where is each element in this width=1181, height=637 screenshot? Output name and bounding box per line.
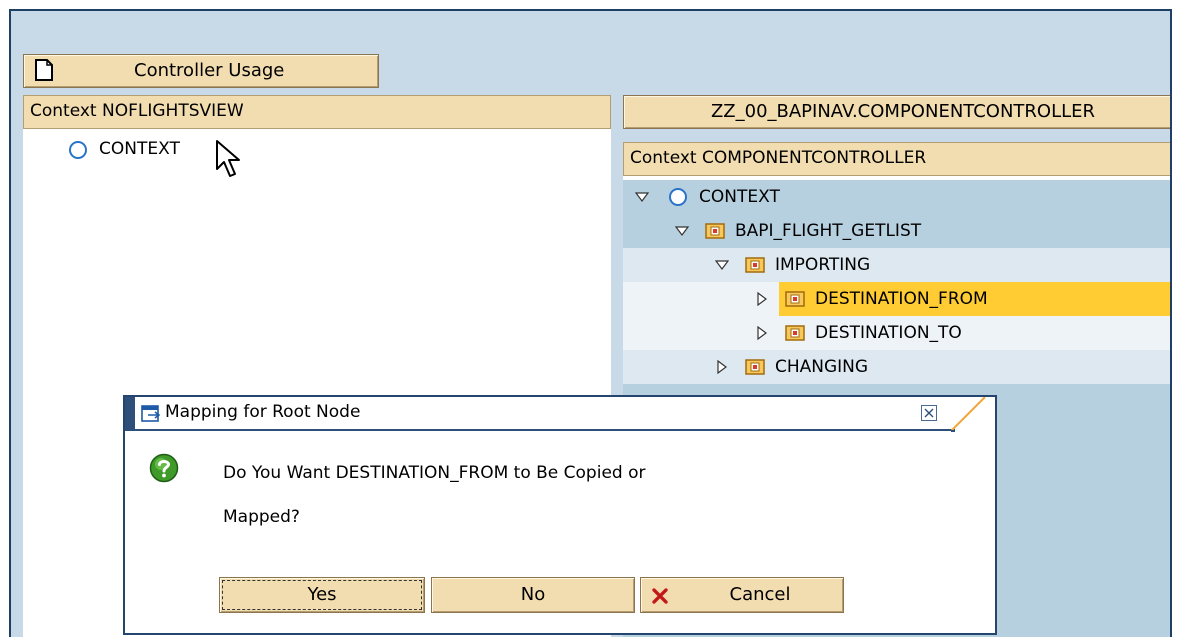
tree-row[interactable]: CHANGING [623, 350, 1170, 384]
dialog-message-line1: Do You Want DESTINATION_FROM to Be Copie… [223, 463, 646, 483]
title-corner-decoration [951, 397, 986, 432]
title-accent-bar [125, 397, 135, 431]
question-icon [149, 453, 179, 483]
tree-row[interactable]: IMPORTING [623, 248, 1170, 282]
tree-label-destination-from: DESTINATION_FROM [815, 289, 988, 309]
yes-button[interactable]: Yes [219, 577, 425, 613]
folder-node-icon [785, 291, 805, 307]
folder-node-icon [745, 257, 765, 273]
collapse-triangle-icon [675, 226, 689, 236]
cancel-label: Cancel [729, 584, 791, 605]
document-icon [35, 59, 53, 81]
no-label: No [520, 584, 546, 605]
expand-triangle-icon [757, 292, 767, 306]
expand-triangle-icon [757, 326, 767, 340]
folder-node-icon [785, 325, 805, 341]
dialog-title: Mapping for Root Node [165, 402, 361, 422]
dialog-message-line2: Mapped? [223, 507, 300, 527]
tree-row-selected[interactable]: DESTINATION_FROM [623, 282, 1170, 316]
tree-label-importing: IMPORTING [775, 255, 871, 275]
tree-label-context: CONTEXT [699, 187, 780, 207]
tree-row[interactable]: CONTEXT [623, 180, 1170, 214]
left-context-header: Context NOFLIGHTSVIEW [23, 95, 611, 129]
component-controller-button[interactable]: ZZ_00_BAPINAV.COMPONENTCONTROLLER [623, 95, 1170, 129]
mapping-dialog: Mapping for Root Node Do You Want DESTIN… [123, 395, 997, 635]
folder-node-icon [705, 223, 725, 239]
close-button[interactable] [921, 405, 937, 421]
main-frame: Controller Usage Context NOFLIGHTSVIEW C… [9, 9, 1172, 637]
controller-usage-label: Controller Usage [134, 60, 285, 81]
mouse-cursor-icon [216, 140, 240, 177]
tree-label-destination-to: DESTINATION_TO [815, 323, 962, 343]
red-x-icon [652, 588, 668, 604]
collapse-triangle-icon [635, 192, 649, 202]
tree-row[interactable]: DESTINATION_TO [623, 316, 1170, 350]
tree-label-bapi-flight-getlist: BAPI_FLIGHT_GETLIST [735, 221, 922, 241]
dialog-title-bar[interactable]: Mapping for Root Node [125, 397, 955, 431]
popup-window-icon [141, 405, 161, 422]
controller-usage-button[interactable]: Controller Usage [23, 54, 379, 88]
yes-label: Yes [307, 584, 337, 605]
tree-label-changing: CHANGING [775, 357, 869, 377]
context-circle-icon [669, 188, 687, 206]
no-button[interactable]: No [431, 577, 635, 613]
expand-triangle-icon [717, 360, 727, 374]
context-circle-icon [69, 141, 87, 159]
cancel-button[interactable]: Cancel [640, 577, 844, 613]
right-context-header: Context COMPONENTCONTROLLER [623, 142, 1170, 176]
close-icon [924, 408, 934, 418]
collapse-triangle-icon [715, 260, 729, 270]
tree-row[interactable]: BAPI_FLIGHT_GETLIST [623, 214, 1170, 248]
folder-node-icon [745, 359, 765, 375]
left-root-label: CONTEXT [99, 139, 180, 159]
